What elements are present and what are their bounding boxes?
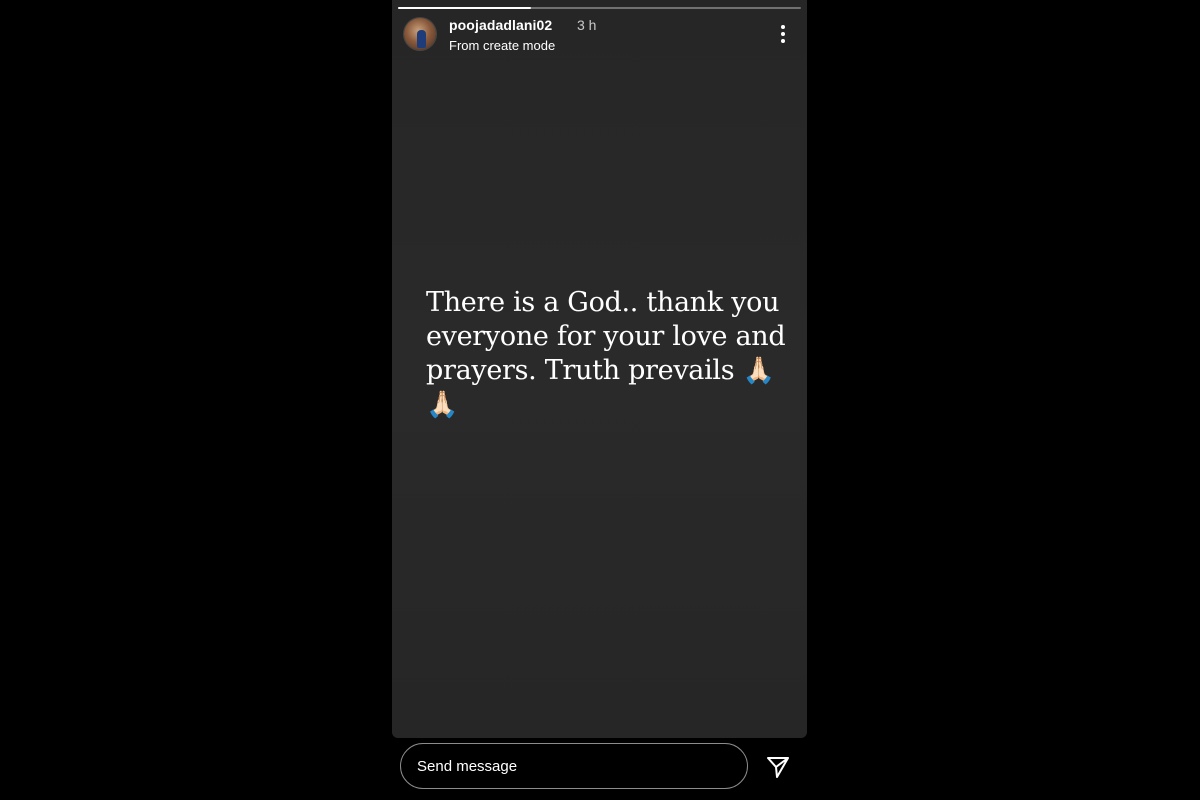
- story-text-line: There is a God.. thank you: [426, 287, 780, 318]
- profile-avatar[interactable]: [404, 18, 436, 50]
- story-progress-fill: [398, 7, 531, 9]
- story-text-line: everyone for your love and: [426, 321, 786, 352]
- story-text-line-content: prayers. Truth prevails: [426, 355, 735, 386]
- story-text-line: prayers. Truth prevails 🙏🏻🙏🏻: [426, 354, 786, 422]
- send-message-input[interactable]: Send message: [400, 743, 748, 789]
- story-progress-bar: [398, 7, 801, 9]
- reply-bar: Send message: [392, 738, 807, 800]
- more-vertical-icon: [781, 25, 785, 29]
- more-options-button[interactable]: [771, 22, 795, 46]
- send-icon: [767, 757, 789, 778]
- story-source-label: From create mode: [449, 38, 556, 53]
- more-vertical-icon-dot-3: [781, 39, 785, 43]
- username[interactable]: poojadadlani02: [449, 17, 552, 33]
- story-timestamp: 3 h: [577, 17, 597, 33]
- avatar-figure: [417, 30, 426, 48]
- send-message-placeholder: Send message: [417, 758, 518, 775]
- more-vertical-icon-dot-2: [781, 32, 785, 36]
- story-text: There is a God.. thank you everyone for …: [426, 286, 786, 422]
- story-card[interactable]: poojadadlani02 3 h From create mode Ther…: [392, 0, 807, 738]
- story-viewer: poojadadlani02 3 h From create mode Ther…: [0, 0, 1200, 800]
- send-button[interactable]: [765, 754, 791, 780]
- story-header: poojadadlani02 3 h From create mode: [404, 16, 795, 56]
